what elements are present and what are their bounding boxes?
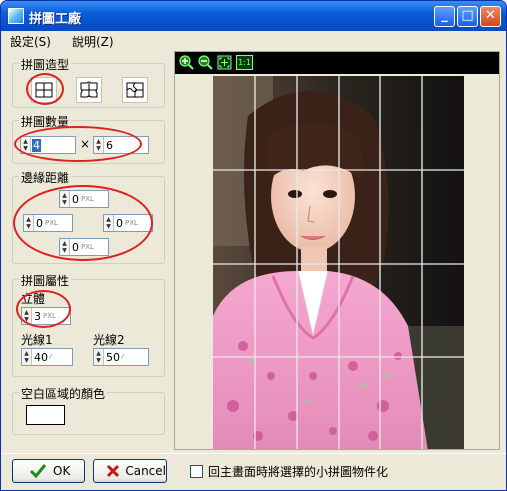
margin-right-unit: PXL — [125, 219, 138, 227]
grid-icon — [35, 82, 53, 98]
light2-value: 50 — [106, 350, 120, 364]
jigsaw-alt-shape-button[interactable] — [122, 77, 148, 103]
margin-right-value: 0 — [116, 216, 123, 230]
checkmark-icon — [29, 464, 47, 479]
blank-color-group-title: 空白區域的顏色 — [19, 385, 108, 402]
spinner-arrows-icon[interactable]: ▲ ▼ — [22, 349, 32, 365]
jigsaw-shape-button[interactable] — [76, 77, 102, 103]
menu-settings[interactable]: 設定(S) — [10, 33, 51, 50]
shape-group-title: 拼圖造型 — [19, 56, 72, 73]
window-title: 拼圖工廠 — [29, 12, 82, 27]
props-group: 拼圖屬性 立體 ▲ ▼ 3 PXL 光線1 ▲ ▼ 40 ⁄ 光線2 ▲ ▼ 50 ⁄ — [12, 272, 165, 377]
shape-group: 拼圖造型 — [12, 56, 165, 108]
spinner-arrows-icon[interactable]: ▲ ▼ — [60, 191, 70, 207]
blank-color-group: 空白區域的顏色 — [12, 385, 165, 435]
spinner-arrows-icon[interactable]: ▲ ▼ — [60, 239, 70, 255]
margin-top-unit: PXL — [81, 195, 94, 203]
spinner-arrows-icon[interactable]: ▲ ▼ — [94, 137, 104, 153]
spinner-arrows-icon[interactable]: ▲ ▼ — [104, 215, 114, 231]
spinner-arrows-icon[interactable]: ▲ ▼ — [21, 137, 31, 153]
depth-unit: PXL — [43, 312, 56, 320]
blank-color-swatch[interactable] — [26, 405, 65, 425]
maximize-button[interactable]: □ — [457, 6, 478, 27]
puzzle-photo[interactable] — [213, 76, 464, 449]
margin-bottom-value: 0 — [72, 240, 79, 254]
objectify-label: 回主畫面時將選擇的小拼圖物件化 — [208, 465, 389, 479]
margin-top-value: 0 — [72, 192, 79, 206]
actual-size-icon[interactable]: 1:1 — [236, 55, 253, 70]
grid-shape-button[interactable] — [31, 77, 57, 103]
depth-spinner[interactable]: ▲ ▼ 3 PXL — [21, 307, 71, 325]
light2-unit: ⁄ — [122, 353, 124, 361]
puzzle-factory-window: 拼圖工廠 _ □ ✕ 設定(S) 說明(Z) 拼圖造型 拼圖數量 ▲ ▼ 4 ×… — [0, 0, 507, 491]
cancel-button[interactable]: Cancel — [93, 459, 167, 483]
app-icon — [8, 8, 24, 24]
cols-spinner[interactable]: ▲ ▼ 6 — [93, 136, 149, 154]
margin-bottom-spinner[interactable]: ▲ ▼ 0 PXL — [59, 238, 109, 256]
light2-spinner[interactable]: ▲ ▼ 50 ⁄ — [93, 348, 149, 366]
ok-label: OK — [53, 464, 71, 478]
jigsaw-alt-icon — [126, 82, 144, 98]
menu-bar: 設定(S) 說明(Z) — [1, 31, 506, 50]
rows-value: 4 — [32, 138, 41, 152]
light1-spinner[interactable]: ▲ ▼ 40 ⁄ — [21, 348, 73, 366]
fit-icon[interactable] — [217, 55, 232, 70]
depth-value: 3 — [34, 309, 41, 323]
depth-label: 立體 — [21, 292, 46, 306]
ok-button[interactable]: OK — [12, 459, 85, 483]
margin-top-spinner[interactable]: ▲ ▼ 0 PXL — [59, 190, 109, 208]
menu-help[interactable]: 說明(Z) — [72, 33, 114, 50]
props-group-title: 拼圖屬性 — [19, 272, 72, 289]
margin-right-spinner[interactable]: ▲ ▼ 0 PXL — [103, 214, 153, 232]
light1-value: 40 — [34, 350, 48, 364]
spinner-arrows-icon[interactable]: ▲ ▼ — [24, 215, 34, 231]
preview-panel: 1:1 — [174, 51, 500, 450]
puzzle-grid-overlay — [213, 76, 464, 449]
margin-group-title: 邊緣距離 — [19, 169, 72, 186]
zoom-out-icon[interactable] — [198, 55, 213, 70]
cols-value: 6 — [106, 138, 113, 152]
objectify-checkbox[interactable] — [190, 465, 203, 478]
jigsaw-icon — [80, 81, 98, 98]
times-sign: × — [80, 137, 91, 151]
margin-bottom-unit: PXL — [81, 243, 94, 251]
zoom-toolbar: 1:1 — [175, 52, 499, 74]
zoom-in-icon[interactable] — [179, 55, 194, 70]
rows-spinner[interactable]: ▲ ▼ 4 — [20, 136, 76, 154]
margin-group: 邊緣距離 ▲ ▼ 0 PXL ▲ ▼ 0 PXL ▲ ▼ 0 PXL ▲ ▼ 0 PXL — [12, 169, 165, 264]
spinner-arrows-icon[interactable]: ▲ ▼ — [94, 349, 104, 365]
margin-left-value: 0 — [36, 216, 43, 230]
count-group: 拼圖數量 ▲ ▼ 4 × ▲ ▼ 6 — [12, 113, 165, 164]
spinner-arrows-icon[interactable]: ▲ ▼ — [22, 308, 32, 324]
cancel-label: Cancel — [125, 464, 166, 478]
light2-label: 光線2 — [93, 333, 125, 347]
light1-label: 光線1 — [21, 333, 53, 347]
count-group-title: 拼圖數量 — [19, 113, 72, 130]
close-button[interactable]: ✕ — [480, 6, 501, 27]
title-bar[interactable]: 拼圖工廠 _ □ ✕ — [1, 1, 506, 31]
bottom-bar: OK Cancel 回主畫面時將選擇的小拼圖物件化 — [1, 453, 506, 490]
margin-left-unit: PXL — [45, 219, 58, 227]
margin-left-spinner[interactable]: ▲ ▼ 0 PXL — [23, 214, 73, 232]
light1-unit: ⁄ — [50, 353, 52, 361]
cancel-x-icon — [106, 464, 120, 478]
minimize-button[interactable]: _ — [434, 6, 455, 27]
